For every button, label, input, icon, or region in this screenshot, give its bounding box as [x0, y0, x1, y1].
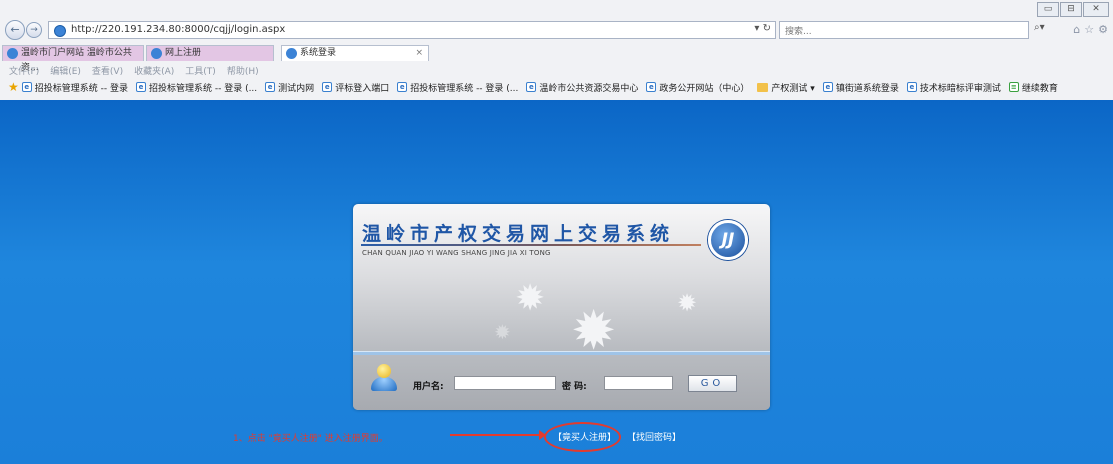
password-label: 密 码:	[562, 382, 587, 392]
menu-help[interactable]: 帮助(H)	[227, 64, 259, 77]
username-input[interactable]	[454, 376, 556, 390]
ie-page-icon: e	[322, 82, 333, 92]
tab-portal[interactable]: 温岭市门户网站 温岭市公共资...	[2, 45, 144, 73]
title-underline	[361, 244, 701, 246]
favorite-label: 政务公开网站（中心）	[659, 83, 750, 94]
folder-icon	[757, 82, 769, 92]
address-url: http://220.191.234.80:8000/cqjj/login.as…	[71, 24, 286, 35]
favorite-label: 招投标管理系统 -- 登录 (...	[410, 83, 519, 94]
page-background: 温岭市产权交易网上交易系统 CHAN QUAN JIAO YI WANG SHA…	[0, 100, 1113, 464]
search-box[interactable]: 搜索...	[779, 21, 1029, 39]
close-tab-icon[interactable]: ×	[415, 46, 423, 61]
favorite-label: 继续教育	[1021, 83, 1058, 94]
favorite-label: 招投标管理系统 -- 登录	[34, 83, 128, 94]
annotation-arrow	[450, 430, 546, 440]
menu-view[interactable]: 查看(V)	[92, 64, 123, 77]
favorites-bar-star-icon[interactable]: ★	[8, 80, 19, 94]
favorite-label: 评标登入端口	[335, 83, 390, 94]
login-panel: 温岭市产权交易网上交易系统 CHAN QUAN JIAO YI WANG SHA…	[353, 204, 770, 410]
menu-file[interactable]: 文件(F)	[9, 64, 39, 77]
favorites-bar: ★ e 招投标管理系统 -- 登录 e 招投标管理系统 -- 登录 (... e 测试…	[0, 77, 1113, 97]
tab-register[interactable]: 网上注册	[146, 45, 274, 61]
password-input[interactable]	[604, 376, 673, 390]
favorite-link[interactable]: ≡ 继续教育	[1008, 81, 1058, 94]
address-bar[interactable]: http://220.191.234.80:8000/cqjj/login.as…	[48, 21, 776, 39]
minimize-button[interactable]: ▭	[1037, 2, 1059, 17]
favorite-link[interactable]: e 招投标管理系统 -- 登录	[21, 81, 128, 94]
ie-page-icon: e	[397, 82, 408, 92]
login-form: 用户名: 密 码: GO	[353, 355, 770, 410]
favorite-link[interactable]: e 政务公开网站（中心）	[646, 81, 749, 94]
back-button[interactable]: ←	[5, 20, 25, 40]
favorite-link[interactable]: e 评标登入端口	[322, 81, 389, 94]
favorite-folder[interactable]: 产权测试 ▾	[757, 81, 815, 94]
gear-icon: ✹	[515, 278, 546, 319]
favorite-link[interactable]: e 镇街道系统登录	[822, 81, 899, 94]
username-label: 用户名:	[413, 382, 444, 392]
tab-label: 系统登录	[300, 48, 337, 58]
annotation-hint: 1、点击 "竟买人注册" 进入注册界面。	[233, 434, 388, 444]
tab-login[interactable]: 系统登录 ×	[281, 45, 429, 61]
ie-page-icon: e	[135, 82, 146, 92]
education-icon: ≡	[1008, 82, 1019, 92]
browser-chrome: ▭ ⊟ ✕ ← → http://220.191.234.80:8000/cqj…	[0, 0, 1113, 100]
ie-page-icon: e	[21, 82, 32, 92]
home-icon[interactable]: ⌂	[1073, 23, 1080, 36]
favorite-link[interactable]: e 技术标暗标评审测试	[906, 81, 1001, 94]
system-title: 温岭市产权交易网上交易系统	[362, 223, 675, 245]
restore-button[interactable]: ⊟	[1060, 2, 1082, 17]
user-icon	[371, 364, 397, 391]
ie-tab-icon	[151, 48, 162, 59]
search-icon[interactable]: ⌕▾	[1034, 22, 1045, 33]
menu-bar: 文件(F) 编辑(E) 查看(V) 收藏夹(A) 工具(T) 帮助(H)	[9, 64, 259, 77]
ie-tab-icon	[7, 48, 18, 59]
favorite-label: 产权测试 ▾	[771, 83, 815, 94]
settings-gear-icon[interactable]: ⚙	[1098, 23, 1108, 36]
ie-page-icon: e	[906, 82, 917, 92]
tab-row: 温岭市门户网站 温岭市公共资... 网上注册 系统登录 ×	[0, 45, 1113, 73]
register-link[interactable]: 【竟买人注册】	[553, 430, 616, 443]
favorite-link[interactable]: e 温岭市公共资源交易中心	[526, 81, 638, 94]
gear-icon: ✹	[677, 289, 698, 317]
favorite-label: 测试内网	[278, 83, 315, 94]
favorite-link[interactable]: e 招投标管理系统 -- 登录 (...	[135, 81, 258, 94]
menu-favorites[interactable]: 收藏夹(A)	[134, 64, 174, 77]
ie-tab-icon	[286, 48, 297, 59]
ie-page-icon	[54, 25, 66, 37]
gear-icon: ✹	[494, 320, 511, 344]
address-row: ← → http://220.191.234.80:8000/cqjj/logi…	[0, 17, 1113, 43]
forgot-password-link[interactable]: 【找回密码】	[627, 430, 681, 443]
favorite-link[interactable]: e 招投标管理系统 -- 登录 (...	[397, 81, 518, 94]
system-logo: JJ	[708, 220, 748, 260]
ie-page-icon: e	[822, 82, 833, 92]
close-window-button[interactable]: ✕	[1083, 2, 1109, 17]
favorite-label: 温岭市公共资源交易中心	[539, 83, 639, 94]
forward-button[interactable]: →	[26, 22, 42, 38]
menu-tools[interactable]: 工具(T)	[185, 64, 216, 77]
favorite-label: 镇街道系统登录	[835, 83, 899, 94]
ie-page-icon: e	[646, 82, 657, 92]
tab-label: 网上注册	[165, 48, 202, 58]
favorite-link[interactable]: e 测试内网	[265, 81, 314, 94]
ie-page-icon: e	[265, 82, 276, 92]
favorite-label: 技术标暗标评审测试	[919, 83, 1001, 94]
menu-edit[interactable]: 编辑(E)	[50, 64, 81, 77]
ie-page-icon: e	[526, 82, 537, 92]
search-placeholder: 搜索...	[785, 27, 812, 37]
toolbar-icons: ⌂ ☆ ⚙	[1073, 23, 1108, 36]
favorite-label: 招投标管理系统 -- 登录 (...	[148, 83, 258, 94]
go-button[interactable]: GO	[688, 375, 737, 392]
system-subtitle: CHAN QUAN JIAO YI WANG SHANG JING JIA XI…	[362, 249, 551, 257]
window-controls: ▭ ⊟ ✕	[1036, 2, 1109, 17]
favorites-star-icon[interactable]: ☆	[1084, 23, 1094, 36]
refresh-icon[interactable]: ▾ ↻	[754, 23, 771, 34]
